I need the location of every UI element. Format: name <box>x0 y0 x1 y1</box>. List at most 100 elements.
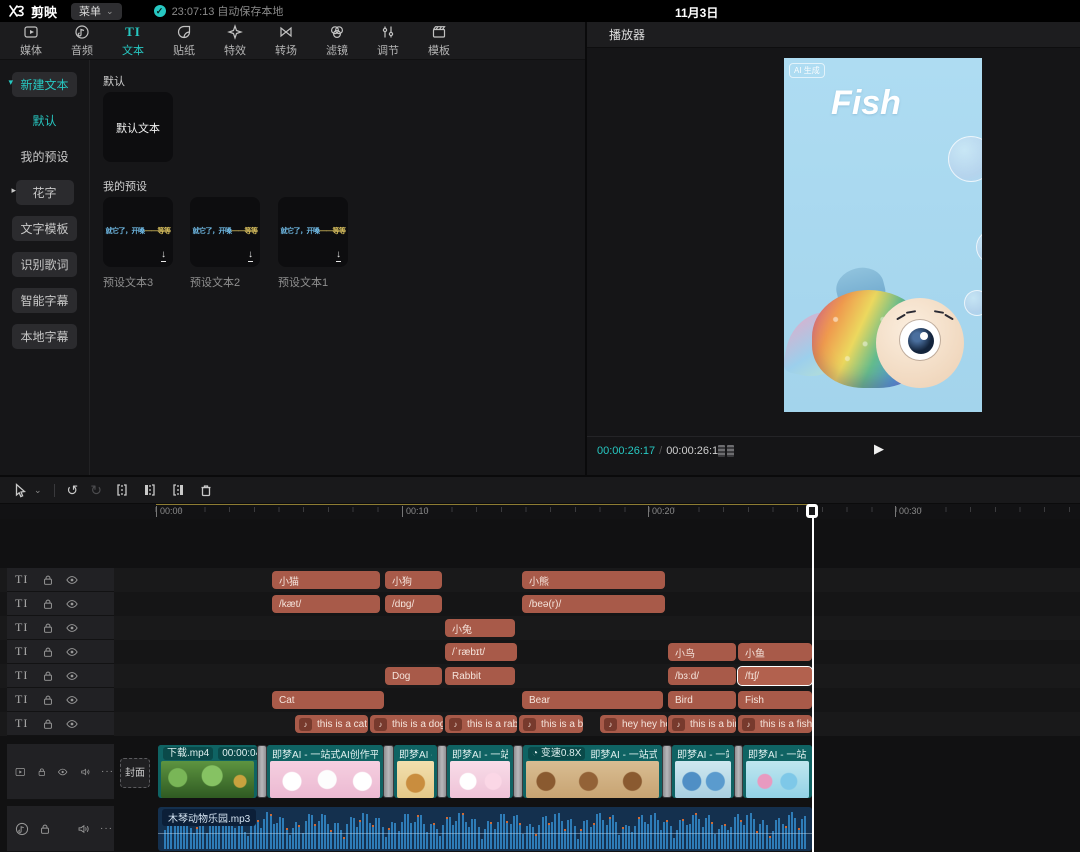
preview-quality-icon[interactable] <box>718 445 734 457</box>
nav-fancy-text[interactable]: ▸ 花字 <box>16 180 74 205</box>
text-clip[interactable]: Rabbit <box>445 667 515 685</box>
video-clip[interactable]: 即梦AI - 一站式 <box>672 745 734 798</box>
preset-card[interactable]: 就它了，开嗓——等等 ↓ <box>103 197 173 267</box>
tab-sticker[interactable]: 贴纸 <box>167 24 201 58</box>
split-right-button[interactable] <box>170 482 186 498</box>
lock-icon[interactable] <box>42 694 54 706</box>
eye-icon[interactable] <box>65 670 79 682</box>
text-clip[interactable]: Fish <box>738 691 812 709</box>
transition-handle[interactable] <box>383 745 394 798</box>
transition-handle[interactable] <box>437 745 447 798</box>
lock-icon[interactable] <box>42 598 54 610</box>
text-clip[interactable]: 小鸟 <box>668 643 736 661</box>
eye-icon[interactable] <box>65 574 79 586</box>
download-icon[interactable]: ↓ <box>248 250 253 262</box>
transition-handle[interactable] <box>734 745 743 798</box>
lock-icon[interactable] <box>39 823 51 835</box>
subtitle-clip[interactable]: ♪this is a bird <box>668 715 736 733</box>
check-icon: ✓ <box>154 5 166 17</box>
speaker-icon[interactable] <box>80 766 91 778</box>
text-clip[interactable]: Bear <box>522 691 663 709</box>
text-clip[interactable]: Bird <box>668 691 736 709</box>
transition-handle[interactable] <box>513 745 523 798</box>
text-clip[interactable]: 小熊 <box>522 571 665 589</box>
subtitle-clip[interactable]: ♪this is a dog c <box>370 715 443 733</box>
tab-adjust[interactable]: 调节 <box>371 24 405 58</box>
preset-card[interactable]: 就它了，开嗓——等等 ↓ <box>190 197 260 267</box>
video-clip[interactable]: 即梦AI - 一站式A <box>743 745 812 798</box>
subtitle-clip[interactable]: ♪hey hey hey <box>600 715 667 733</box>
lock-icon[interactable] <box>42 646 54 658</box>
select-tool-dropdown[interactable]: ⌄ <box>34 482 42 498</box>
subtitle-clip[interactable]: ♪this is a cat c <box>295 715 368 733</box>
lock-icon[interactable] <box>42 718 54 730</box>
text-clip[interactable]: Dog <box>385 667 442 685</box>
text-clip[interactable]: 小兔 <box>445 619 515 637</box>
playhead[interactable] <box>812 504 814 852</box>
timeline-ruler[interactable]: 00:00 00:10 00:20 00:30 <box>0 504 1080 519</box>
more-options-icon[interactable]: ··· <box>101 766 114 777</box>
undo-button[interactable]: ↺ <box>67 482 79 498</box>
text-clip[interactable]: 小猫 <box>272 571 380 589</box>
eye-icon[interactable] <box>65 694 79 706</box>
lock-icon[interactable] <box>42 574 54 586</box>
delete-button[interactable] <box>198 482 214 498</box>
eye-icon[interactable] <box>57 766 68 778</box>
cover-button[interactable]: 封面 <box>120 758 150 788</box>
split-button[interactable] <box>114 482 130 498</box>
download-icon[interactable]: ↓ <box>161 250 166 262</box>
nav-text-templates[interactable]: 文字模板 <box>12 216 76 241</box>
more-options-icon[interactable]: ··· <box>100 823 113 834</box>
text-clip[interactable]: /kæt/ <box>272 595 380 613</box>
nav-local-captions[interactable]: 本地字幕 <box>12 324 76 349</box>
preset-card[interactable]: 就它了，开嗓——等等 ↓ <box>278 197 348 267</box>
tab-transitions[interactable]: 转场 <box>269 24 303 58</box>
tab-effects[interactable]: 特效 <box>218 24 252 58</box>
video-clip[interactable]: ◔ 变速0.8X即梦AI - 一站式AI创作 <box>523 745 662 798</box>
eye-icon[interactable] <box>65 598 79 610</box>
nav-my-presets[interactable]: 我的预设 <box>12 144 76 169</box>
eye-icon[interactable] <box>65 646 79 658</box>
lock-icon[interactable] <box>37 766 47 778</box>
subtitle-clip[interactable]: ♪this is a fish f <box>738 715 812 733</box>
subtitle-clip[interactable]: ♪this is a be <box>519 715 583 733</box>
eye-icon[interactable] <box>65 622 79 634</box>
video-clip[interactable]: 即梦AI - 一站式AI创作平台 <box>394 745 437 798</box>
text-clip[interactable]: Cat <box>272 691 384 709</box>
menu-button[interactable]: 菜单 ⌄ <box>71 3 122 20</box>
playhead-handle[interactable] <box>806 504 818 518</box>
text-clip[interactable]: 小狗 <box>385 571 442 589</box>
text-clip[interactable]: /bɜːd/ <box>668 667 736 685</box>
text-clip[interactable]: /beə(r)/ <box>522 595 665 613</box>
text-clip[interactable]: 小鱼 <box>738 643 812 661</box>
video-preview[interactable]: AI 生成 Fish <box>784 58 982 412</box>
tab-filters[interactable]: 滤镜 <box>320 24 354 58</box>
eye-icon[interactable] <box>65 718 79 730</box>
speaker-icon[interactable] <box>77 823 90 835</box>
lock-icon[interactable] <box>42 622 54 634</box>
nav-default[interactable]: 默认 <box>16 108 74 133</box>
split-left-button[interactable] <box>142 482 158 498</box>
video-clip[interactable]: 即梦AI - 一站式AI创作平台.m <box>267 745 383 798</box>
nav-lyrics-recognition[interactable]: 识别歌词 <box>12 252 76 277</box>
tab-text[interactable]: TI 文本 <box>116 24 150 58</box>
text-clip[interactable]: /dɒg/ <box>385 595 442 613</box>
nav-new-text[interactable]: ▾ 新建文本 <box>12 72 76 97</box>
text-clip[interactable]: /fɪʃ/ <box>738 667 812 685</box>
transition-handle[interactable] <box>257 745 267 798</box>
lock-icon[interactable] <box>42 670 54 682</box>
video-clip[interactable]: 下载.mp400:00:04:10 <box>158 745 257 798</box>
tab-templates[interactable]: 模板 <box>422 24 456 58</box>
subtitle-clip[interactable]: ♪this is a rabb <box>445 715 517 733</box>
default-text-card[interactable]: 默认文本 <box>103 92 173 162</box>
nav-auto-captions[interactable]: 智能字幕 <box>12 288 76 313</box>
tab-media[interactable]: 媒体 <box>14 24 48 58</box>
tab-audio[interactable]: 音频 <box>65 24 99 58</box>
transition-handle[interactable] <box>662 745 672 798</box>
audio-clip[interactable]: 木琴动物乐园.mp3 <box>158 807 812 851</box>
download-icon[interactable]: ↓ <box>336 250 341 262</box>
video-clip[interactable]: 即梦AI - 一站式AI创作平台 <box>447 745 513 798</box>
play-button[interactable]: ▶ <box>874 441 884 457</box>
text-clip[interactable]: /ˈræbɪt/ <box>445 643 517 661</box>
select-tool[interactable] <box>12 482 28 498</box>
